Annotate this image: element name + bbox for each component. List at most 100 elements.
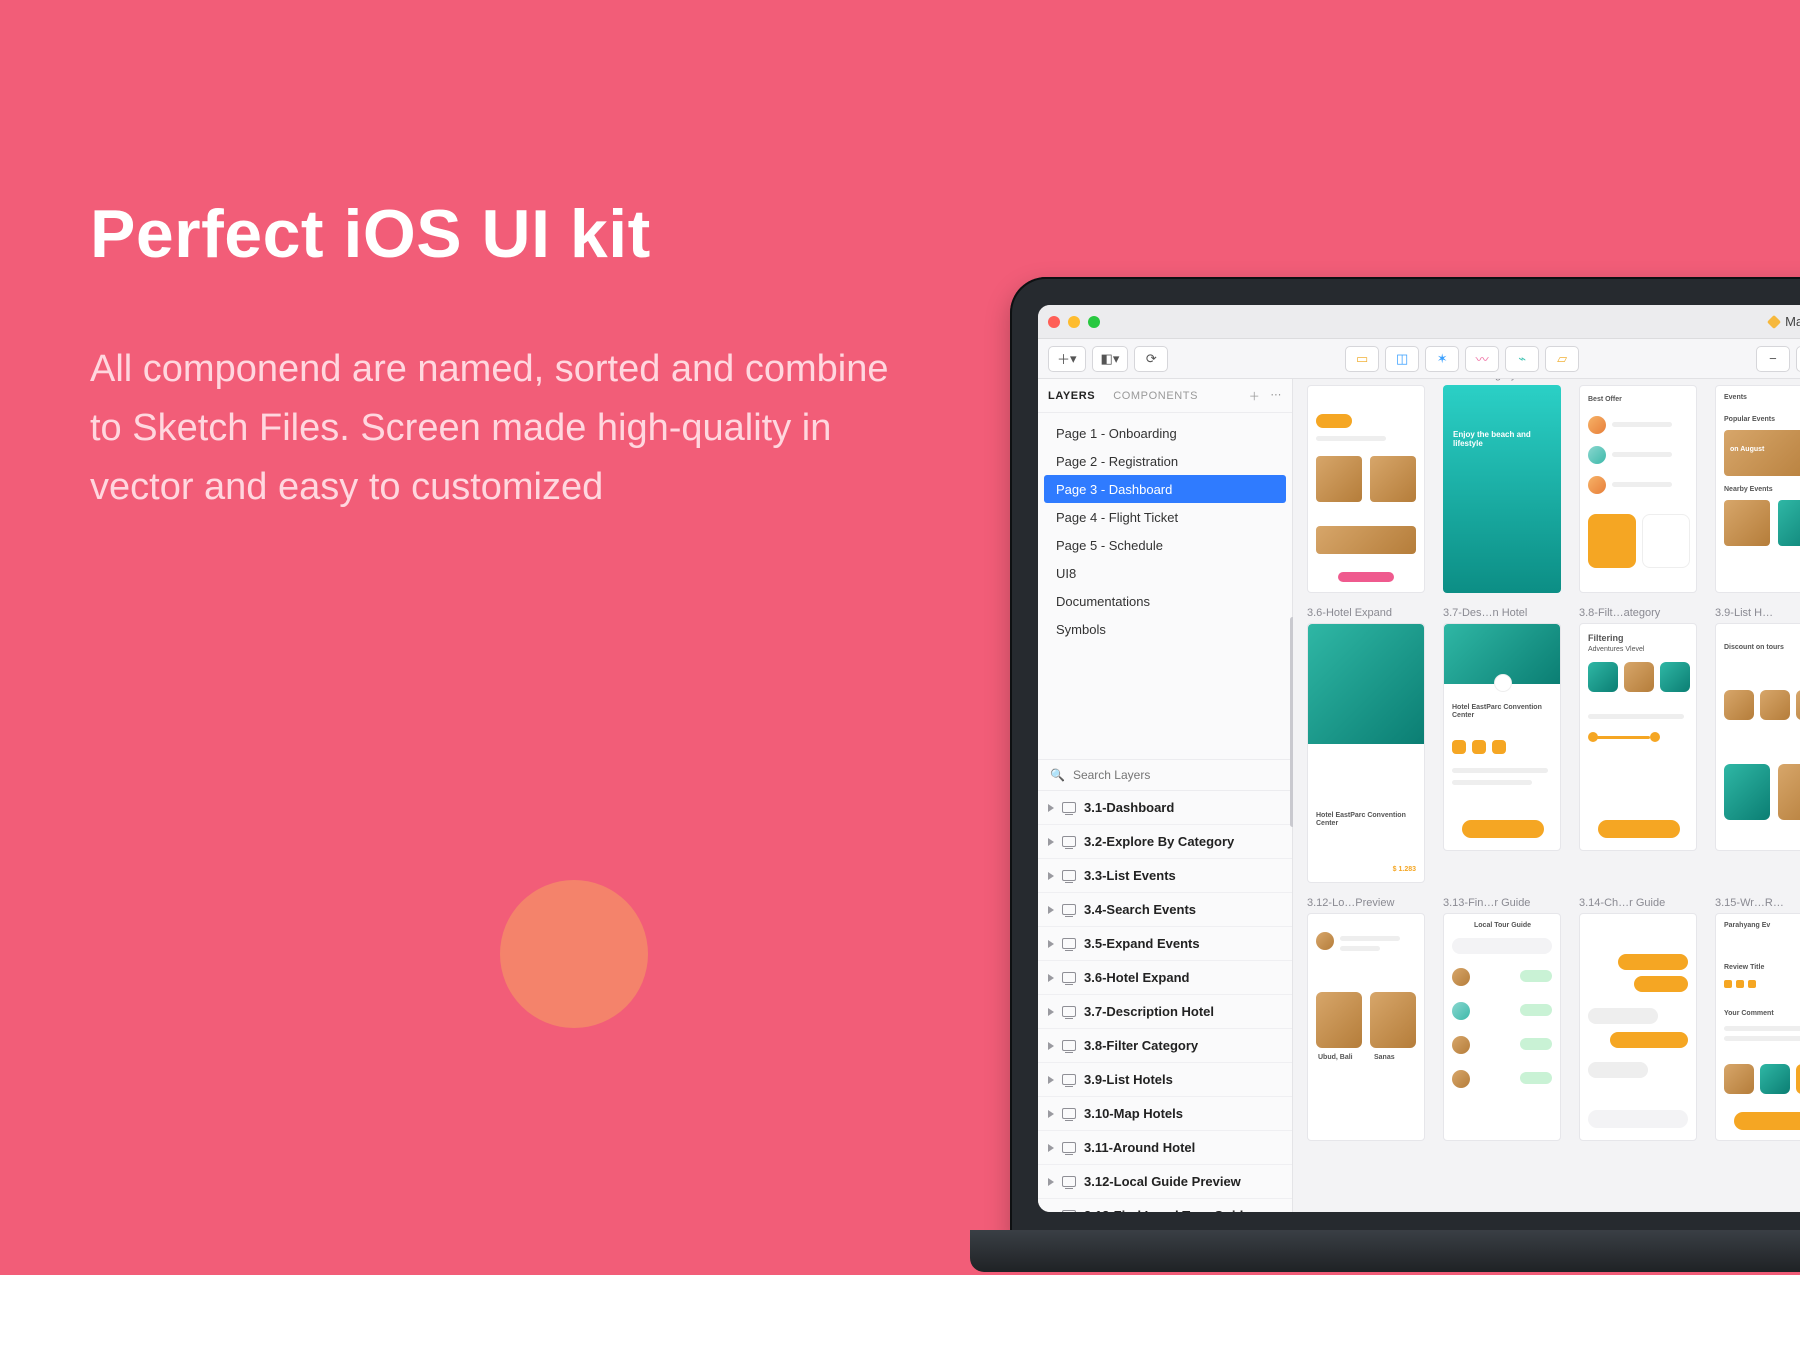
tool-slice-button[interactable]: ◫ [1385,346,1419,372]
tool-text-button[interactable]: ⌁ [1505,346,1539,372]
disclosure-icon[interactable] [1048,1076,1054,1084]
layer-row[interactable]: 3.9-List Hotels [1038,1063,1292,1097]
laptop-mockup: Main files ＋ ▾ ◧ ▾ ⟳ ▭ ◫ ✶ [1010,277,1800,1285]
page-item[interactable]: Symbols [1038,615,1292,643]
artboard[interactable]: 3.4-Sear… Events Popular Events on Augus… [1715,379,1800,593]
artboard-icon [1062,1040,1076,1051]
window-controls [1048,316,1100,328]
disclosure-icon[interactable] [1048,804,1054,812]
document-title: Main files [1769,314,1800,329]
zoom-out-button[interactable]: − [1756,346,1790,372]
disclosure-icon[interactable] [1048,872,1054,880]
artboard-row: 3.1-Dashboard [1307,379,1800,593]
layer-row[interactable]: 3.3-List Events [1038,859,1292,893]
promo-background: Perfect iOS UI kit All componend are nam… [0,0,1800,1275]
disclosure-icon[interactable] [1048,974,1054,982]
page-item[interactable]: Page 5 - Schedule [1038,531,1292,559]
artboard-icon [1062,1006,1076,1017]
artboard-label: 3.3-List Events [1579,379,1697,381]
artboard[interactable]: 3.6-Hotel Expand Hotel EastParc Conventi… [1307,607,1425,883]
disclosure-icon[interactable] [1048,1110,1054,1118]
disclosure-icon[interactable] [1048,1144,1054,1152]
artboard[interactable]: 3.1-Dashboard [1307,379,1425,593]
laptop-screen: Main files ＋ ▾ ◧ ▾ ⟳ ▭ ◫ ✶ [1038,305,1800,1212]
artboard-thumb: Events Popular Events on August Nearby E… [1715,385,1800,593]
artboard[interactable]: 3.12-Lo…Preview Ubud, Bali Sanas [1307,897,1425,1141]
page-item[interactable]: Documentations [1038,587,1292,615]
page-item[interactable]: Page 1 - Onboarding [1038,419,1292,447]
artboard[interactable]: 3.8-Filt…ategory Filtering Adventures Vl… [1579,607,1697,883]
artboard-label: 3.4-Sear… [1715,379,1800,381]
tool-artboard-button[interactable]: ▭ [1345,346,1379,372]
layer-row[interactable]: 3.1-Dashboard [1038,791,1292,825]
artboard-thumb [1579,913,1697,1141]
artboard-label: 3.2-Ex…tegory [1443,379,1561,381]
insert-button[interactable]: ＋ ▾ [1048,346,1086,372]
layer-row[interactable]: 3.5-Expand Events [1038,927,1292,961]
close-icon[interactable] [1048,316,1060,328]
stack-icon: ◧ [1101,351,1113,367]
page-item[interactable]: UI8 [1038,559,1292,587]
disclosure-icon[interactable] [1048,906,1054,914]
artboard[interactable]: 3.13-Fin…r Guide Local Tour Guide [1443,897,1561,1141]
add-page-button[interactable]: ＋ [1249,388,1261,404]
document-filename: Main files [1785,314,1800,329]
artboard-thumb: Parahyang Ev Review Title Your Comment [1715,913,1800,1141]
artboard-icon [1062,1108,1076,1119]
artboard-icon [1062,1074,1076,1085]
layer-row[interactable]: 3.4-Search Events [1038,893,1292,927]
disclosure-icon[interactable] [1048,1212,1054,1213]
tool-vector-button[interactable]: ✶ [1425,346,1459,372]
layer-row[interactable]: 3.8-Filter Category [1038,1029,1292,1063]
artboard[interactable]: 3.14-Ch…r Guide [1579,897,1697,1141]
layer-row[interactable]: 3.11-Around Hotel [1038,1131,1292,1165]
artboard-label: 3.12-Lo…Preview [1307,897,1425,909]
search-input[interactable] [1073,768,1280,782]
layer-list: 3.1-Dashboard 3.2-Explore By Category 3.… [1038,791,1292,1212]
tab-components[interactable]: COMPONENTS [1113,390,1198,402]
artboard[interactable]: 3.3-List Events Best Offer [1579,379,1697,593]
disclosure-icon[interactable] [1048,1008,1054,1016]
rotate-button[interactable]: ⟳ [1134,346,1168,372]
layer-row[interactable]: 3.10-Map Hotels [1038,1097,1292,1131]
tab-layers[interactable]: LAYERS [1048,390,1095,402]
page-item[interactable]: Page 4 - Flight Ticket [1038,503,1292,531]
tool-image-button[interactable]: ▱ [1545,346,1579,372]
artboard[interactable]: 3.2-Ex…tegory Enjoy the beach and lifest… [1443,379,1561,593]
accent-circle [500,880,648,1028]
layer-row[interactable]: 3.12-Local Guide Preview [1038,1165,1292,1199]
search-layers[interactable]: 🔍 [1038,759,1292,791]
canvas[interactable]: 3.1-Dashboard [1293,379,1800,1212]
disclosure-icon[interactable] [1048,838,1054,846]
page-item-selected[interactable]: Page 3 - Dashboard [1044,475,1286,503]
page-item[interactable]: Page 2 - Registration [1038,447,1292,475]
artboard[interactable]: 3.15-Wr…R… Parahyang Ev Review Title You… [1715,897,1800,1141]
disclosure-icon[interactable] [1048,940,1054,948]
artboard-row: 3.12-Lo…Preview Ubud, Bali Sanas [1307,897,1800,1141]
disclosure-icon[interactable] [1048,1042,1054,1050]
rotate-icon: ⟳ [1146,351,1157,367]
disclosure-icon[interactable] [1048,1178,1054,1186]
artboard-thumb: Best Offer [1579,385,1697,593]
artboard-label: 3.14-Ch…r Guide [1579,897,1697,909]
artboard-label: 3.6-Hotel Expand [1307,607,1425,619]
group-button[interactable]: ◧ ▾ [1092,346,1129,372]
layer-row[interactable]: 3.13-Find Local Tour Guide [1038,1199,1292,1212]
layers-panel: LAYERS COMPONENTS ＋ ⋯ Page 1 - Onboardin… [1038,379,1293,1212]
layer-row[interactable]: 3.2-Explore By Category [1038,825,1292,859]
minimize-icon[interactable] [1068,316,1080,328]
artboard-label: 3.8-Filt…ategory [1579,607,1697,619]
artboard[interactable]: 3.7-Des…n Hotel Hotel EastParc Conventio… [1443,607,1561,883]
layer-row[interactable]: 3.6-Hotel Expand [1038,961,1292,995]
artboard-row: 3.6-Hotel Expand Hotel EastParc Conventi… [1307,607,1800,883]
zoom-value[interactable]: 25% [1796,346,1800,372]
artboard-icon [1062,1210,1076,1212]
artboard[interactable]: 3.9-List H… Discount on tours [1715,607,1800,883]
zoom-icon[interactable] [1088,316,1100,328]
titlebar: Main files [1038,305,1800,339]
workarea: LAYERS COMPONENTS ＋ ⋯ Page 1 - Onboardin… [1038,379,1800,1212]
panel-menu-button[interactable]: ⋯ [1270,388,1282,404]
layer-row[interactable]: 3.7-Description Hotel [1038,995,1292,1029]
artboard-icon [1062,938,1076,949]
tool-pencil-button[interactable]: 〰 [1465,346,1499,372]
